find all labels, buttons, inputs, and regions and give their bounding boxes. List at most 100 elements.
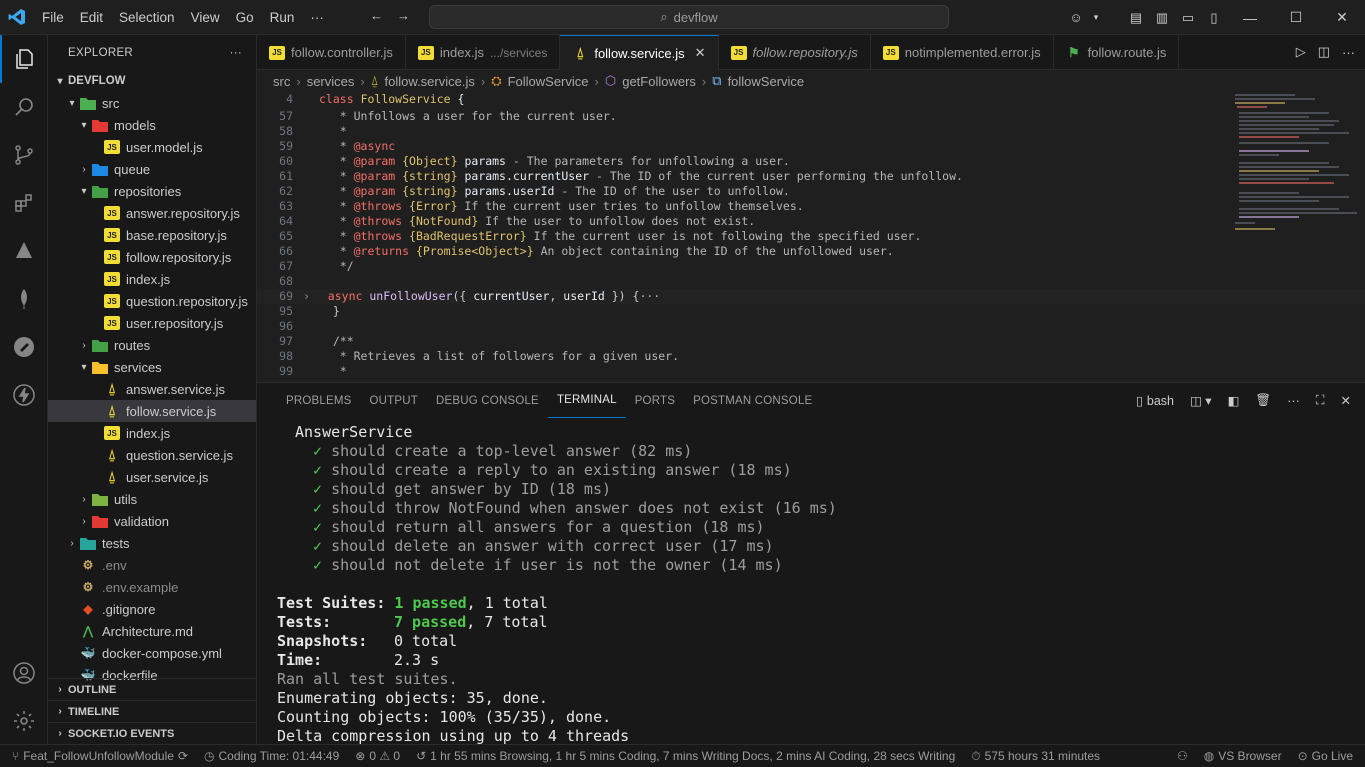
code-line[interactable]: 59 * @async (257, 139, 1365, 154)
trash-icon[interactable]: 🗑 (1255, 393, 1271, 408)
run-icon[interactable]: ▷ (1296, 44, 1306, 60)
menu-more[interactable]: ··· (302, 10, 332, 25)
tree-file[interactable]: ⚙ .env.example (48, 576, 256, 598)
sailing-icon[interactable] (0, 227, 48, 275)
explorer-icon[interactable] (0, 35, 48, 83)
code-line[interactable]: 95 } (257, 304, 1365, 319)
tree-file[interactable]: JS index.js (48, 422, 256, 444)
code-line[interactable]: 57 * Unfollows a user for the current us… (257, 109, 1365, 124)
tree-file[interactable]: 🐳 docker-compose.yml (48, 642, 256, 664)
editor-tab[interactable]: JS index.js .../services (406, 35, 561, 70)
tree-file[interactable]: ⚙ .env (48, 554, 256, 576)
forward-arrow-icon[interactable]: → (397, 8, 410, 23)
menu-view[interactable]: View (183, 10, 228, 25)
tree-file[interactable]: JS question.repository.js (48, 290, 256, 312)
outline-section[interactable]: › OUTLINE (48, 678, 256, 700)
split-panel-icon[interactable]: ◧ (1228, 393, 1240, 408)
tab-problems[interactable]: PROBLEMS (277, 383, 361, 418)
menu-selection[interactable]: Selection (111, 10, 183, 25)
copilot-icon[interactable]: ☺ (1063, 0, 1089, 35)
tree-folder[interactable]: ▾ models (48, 114, 256, 136)
code-line[interactable]: 99 * (257, 364, 1365, 379)
menu-go[interactable]: Go (228, 10, 262, 25)
code-line[interactable]: 63 * @throws {Error} If the current user… (257, 199, 1365, 214)
total-hours-status[interactable]: ⏱ 575 hours 31 minutes (963, 749, 1108, 764)
minimize-button[interactable]: — (1227, 0, 1273, 35)
source-control-icon[interactable] (0, 131, 48, 179)
editor-tab[interactable]: ⚑ follow.route.js (1054, 35, 1180, 70)
account-icon[interactable] (0, 649, 48, 697)
more-actions-icon[interactable]: ··· (1342, 45, 1355, 60)
code-line[interactable]: 98 * Retrieves a list of followers for a… (257, 349, 1365, 364)
tree-folder[interactable]: ▾ src (48, 92, 256, 114)
breadcrumb-file[interactable]: follow.service.js (385, 74, 475, 89)
tree-folder[interactable]: › routes (48, 334, 256, 356)
chevron-down-icon[interactable]: ▾ (1089, 0, 1103, 35)
maximize-panel-icon[interactable]: ⛶ (1316, 393, 1325, 408)
tree-file[interactable]: ◆ .gitignore (48, 598, 256, 620)
toggle-secondary-sidebar-icon[interactable]: ▯ (1201, 0, 1227, 35)
split-terminal-icon[interactable]: ◫ ▾ (1190, 393, 1212, 408)
tree-folder[interactable]: › tests (48, 532, 256, 554)
close-icon[interactable]: ✕ (695, 45, 706, 61)
tree-file[interactable]: ⍙ user.service.js (48, 466, 256, 488)
postman-icon[interactable] (0, 323, 48, 371)
toggle-panel-icon[interactable]: ▭ (1175, 0, 1201, 35)
back-arrow-icon[interactable]: ← (370, 8, 383, 23)
tab-debug-console[interactable]: DEBUG CONSOLE (427, 383, 548, 418)
tree-folder[interactable]: › queue (48, 158, 256, 180)
code-line[interactable]: 69 › async unFollowUser({ currentUser, us… (257, 289, 1365, 304)
code-line[interactable]: 66 * @returns {Promise<Object>} An objec… (257, 244, 1365, 259)
editor-tab[interactable]: ⍙ follow.service.js ✕ (560, 35, 719, 70)
tree-file[interactable]: ⋀ Architecture.md (48, 620, 256, 642)
code-line[interactable]: 65 * @throws {BadRequestError} If the cu… (257, 229, 1365, 244)
editor-tab[interactable]: JS follow.repository.js (719, 35, 871, 70)
toggle-sidebar-icon[interactable]: ▥ (1149, 0, 1175, 35)
code-line[interactable]: 96 (257, 319, 1365, 334)
search-icon[interactable] (0, 83, 48, 131)
terminal-output[interactable]: AnswerService ✓ should create a top-level… (277, 423, 837, 746)
more-actions-icon[interactable]: ··· (1287, 394, 1300, 408)
activity-status[interactable]: ↺ 1 hr 55 mins Browsing, 1 hr 5 mins Cod… (408, 749, 963, 763)
close-window-button[interactable]: ✕ (1319, 0, 1365, 35)
maximize-button[interactable]: ☐ (1273, 0, 1319, 35)
tree-folder[interactable]: ▾ services (48, 356, 256, 378)
branch-status[interactable]: ⑂ Feat_FollowUnfollowModule ⟳ (0, 749, 196, 763)
timeline-section[interactable]: › TIMELINE (48, 700, 256, 722)
mongodb-leaf-icon[interactable] (0, 275, 48, 323)
code-line[interactable]: 67 */ (257, 259, 1365, 274)
code-line[interactable]: 64 * @throws {NotFound} If the user to u… (257, 214, 1365, 229)
code-line[interactable]: 62 * @param {string} params.userId - The… (257, 184, 1365, 199)
tab-terminal[interactable]: TERMINAL (547, 383, 626, 418)
tab-ports[interactable]: PORTS (626, 383, 684, 418)
more-actions-icon[interactable]: ··· (230, 47, 242, 59)
breadcrumb-method[interactable]: getFollowers (622, 74, 696, 89)
go-live-status[interactable]: ⊙ Go Live (1290, 749, 1365, 763)
tree-file[interactable]: JS index.js (48, 268, 256, 290)
code-editor[interactable]: 4 class FollowService {57 * Unfollows a u… (257, 92, 1365, 382)
tree-file[interactable]: JS follow.repository.js (48, 246, 256, 268)
terminal-shell-label[interactable]: bash (1147, 394, 1174, 408)
workspace-root[interactable]: ▾ DEVFLOW (48, 70, 256, 92)
extensions-icon[interactable] (0, 179, 48, 227)
editor-tab[interactable]: JS follow.controller.js (257, 35, 406, 70)
breadcrumb-services[interactable]: services (307, 74, 355, 89)
code-line[interactable]: 60 * @param {Object} params - The parame… (257, 154, 1365, 169)
breadcrumb-variable[interactable]: followService (728, 74, 805, 89)
split-editor-icon[interactable]: ◫ (1318, 44, 1330, 60)
accounts-status-icon[interactable]: ⚇ (1169, 749, 1196, 763)
tree-file[interactable]: ⍙ follow.service.js (48, 400, 256, 422)
tree-folder[interactable]: › utils (48, 488, 256, 510)
minimap[interactable] (1233, 92, 1357, 262)
tab-postman-console[interactable]: POSTMAN CONSOLE (684, 383, 821, 418)
menu-file[interactable]: File (34, 10, 72, 25)
code-line[interactable]: 58 * (257, 124, 1365, 139)
problems-status[interactable]: ⊗ 0 ⚠ 0 (347, 749, 408, 763)
coding-time-status[interactable]: ◷ Coding Time: 01:44:49 (196, 749, 347, 763)
breadcrumb-src[interactable]: src (273, 74, 290, 89)
breadcrumb-class[interactable]: FollowService (508, 74, 589, 89)
code-line[interactable]: 61 * @param {string} params.currentUser … (257, 169, 1365, 184)
settings-gear-icon[interactable] (0, 697, 48, 745)
thunder-client-icon[interactable] (0, 371, 48, 419)
customize-layout-icon[interactable]: ▤ (1123, 0, 1149, 35)
